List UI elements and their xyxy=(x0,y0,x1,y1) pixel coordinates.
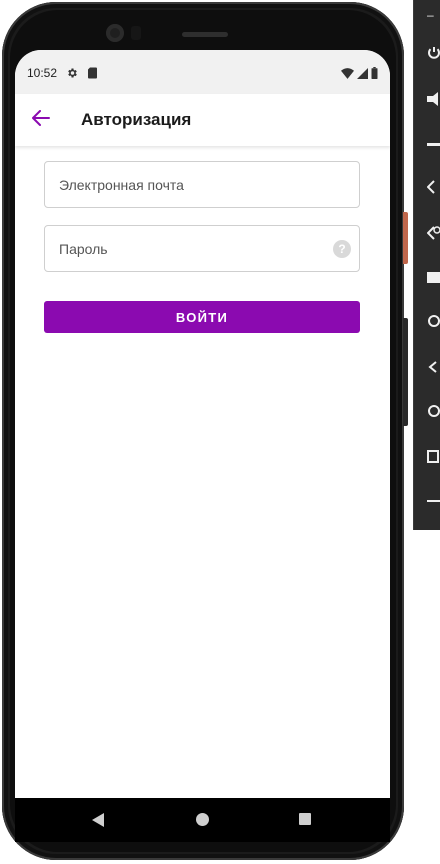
page-title: Авторизация xyxy=(81,110,192,129)
volume-up-icon[interactable] xyxy=(427,92,440,106)
status-time: 10:52 xyxy=(27,66,58,80)
screenshot-icon[interactable] xyxy=(427,270,440,284)
home-icon[interactable] xyxy=(427,404,440,418)
wifi-icon xyxy=(341,66,354,84)
password-field-container: ? xyxy=(44,225,360,272)
recents-square-icon[interactable] xyxy=(299,813,311,825)
zoom-icon[interactable] xyxy=(427,314,440,328)
back-icon[interactable] xyxy=(427,360,440,374)
email-field-container xyxy=(44,161,360,208)
device-screen: 10:52 Авторизация Электронная почта ? ВО… xyxy=(15,50,390,798)
signal-icon xyxy=(357,66,368,84)
navigation-bar xyxy=(15,798,390,842)
arrow-left-icon xyxy=(32,109,50,131)
battery-icon xyxy=(371,66,378,84)
more-icon[interactable] xyxy=(427,494,440,508)
password-field[interactable] xyxy=(45,226,359,271)
settings-gear-icon xyxy=(66,67,78,79)
power-side-button[interactable] xyxy=(403,212,408,264)
back-triangle-icon[interactable] xyxy=(92,813,104,832)
sd-card-icon xyxy=(87,67,98,79)
home-circle-icon[interactable] xyxy=(196,813,209,826)
rotate-left-icon[interactable] xyxy=(427,180,440,194)
rotate-right-icon[interactable] xyxy=(427,226,440,240)
volume-down-icon[interactable] xyxy=(427,138,440,152)
camera-sensor xyxy=(131,26,141,40)
back-button[interactable] xyxy=(29,108,53,132)
volume-side-button[interactable] xyxy=(403,318,408,426)
overview-icon[interactable] xyxy=(427,450,440,464)
status-bar: 10:52 xyxy=(15,50,390,94)
emulator-toolbar: – xyxy=(413,0,440,530)
email-field[interactable] xyxy=(45,162,359,207)
minimize-button[interactable]: – xyxy=(427,8,434,22)
front-camera xyxy=(106,24,124,42)
login-button[interactable]: ВОЙТИ xyxy=(44,301,360,333)
help-icon[interactable]: ? xyxy=(333,240,351,258)
power-icon[interactable] xyxy=(427,46,440,60)
earpiece-speaker xyxy=(182,32,228,37)
app-bar: Авторизация xyxy=(15,94,390,146)
status-right-icons xyxy=(341,66,378,84)
